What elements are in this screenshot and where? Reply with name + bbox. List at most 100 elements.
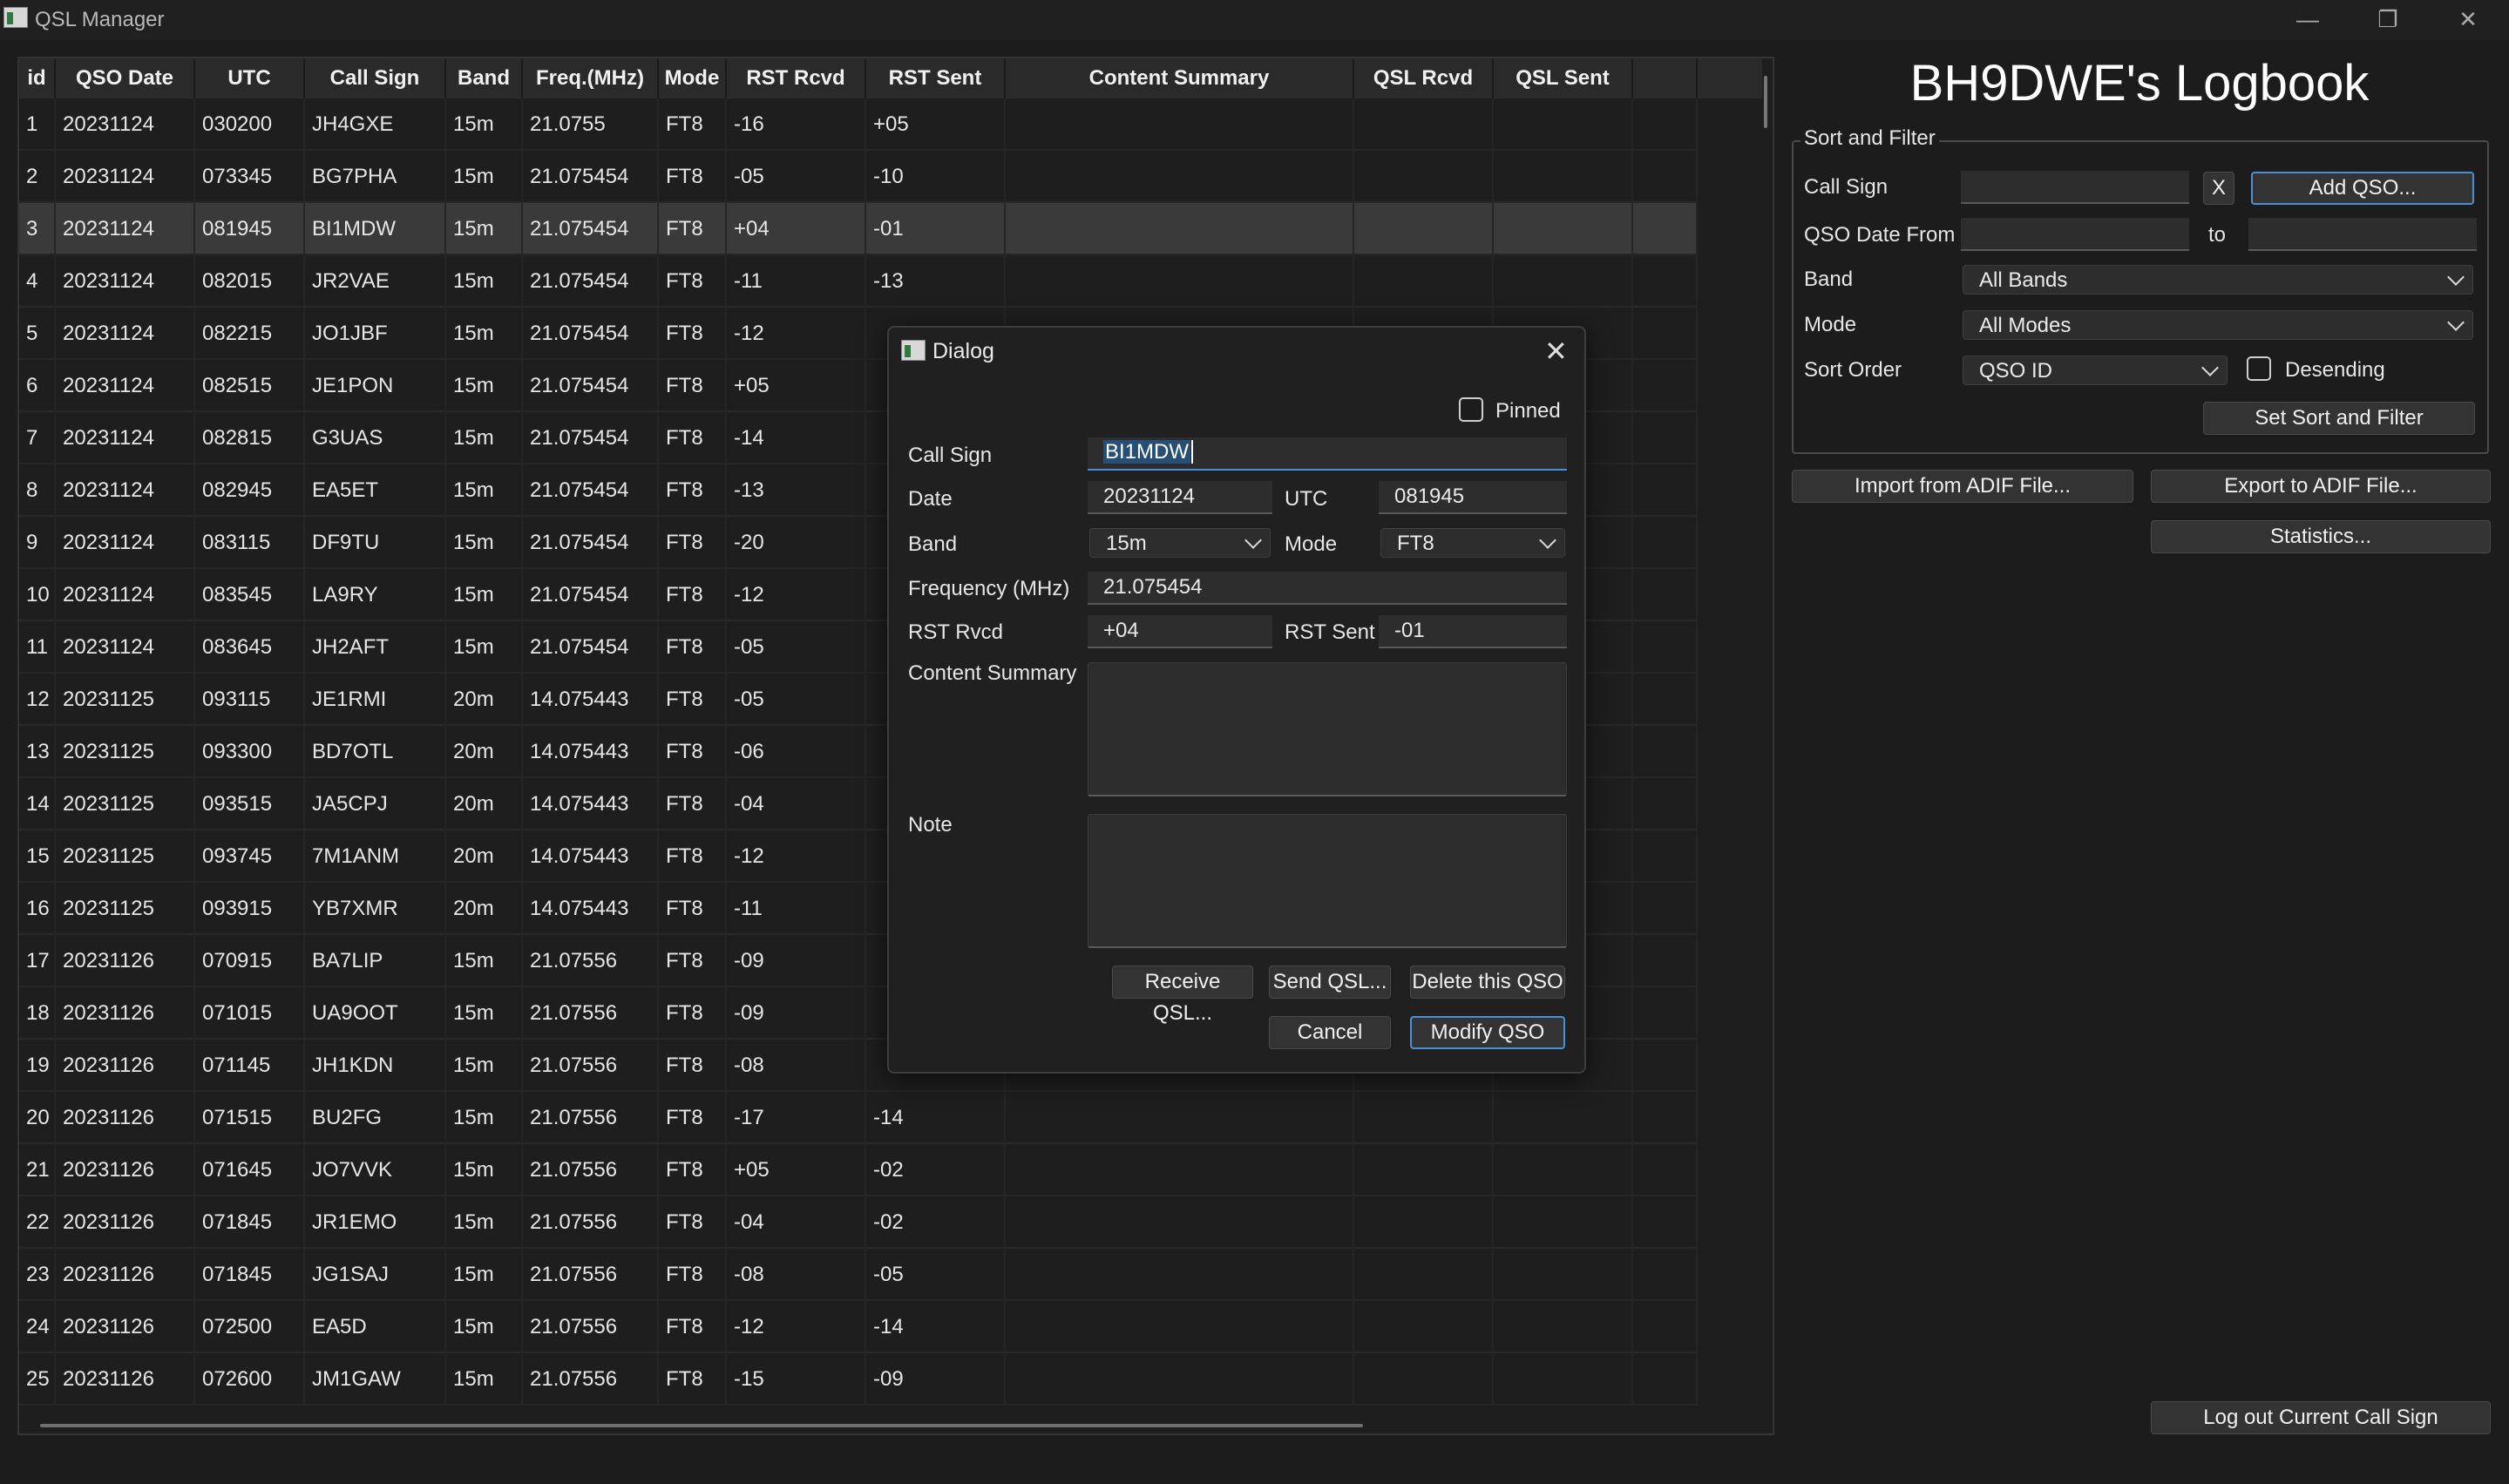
table-cell[interactable]: FT8: [659, 830, 727, 883]
table-cell[interactable]: BA7LIP: [305, 935, 446, 987]
table-cell[interactable]: 20231125: [56, 830, 195, 883]
table-cell[interactable]: JH2AFT: [305, 621, 446, 674]
table-cell[interactable]: -14: [866, 1092, 1006, 1144]
dialog-content-summary-textarea[interactable]: [1088, 662, 1567, 796]
table-cell[interactable]: 19: [19, 1040, 56, 1092]
table-cell[interactable]: FT8: [659, 464, 727, 517]
table-cell[interactable]: 7M1ANM: [305, 830, 446, 883]
filter-call-sign-input[interactable]: [1961, 171, 2189, 204]
table-cell[interactable]: -10: [866, 151, 1006, 203]
table-cell[interactable]: JR2VAE: [305, 255, 446, 308]
table-cell[interactable]: 5: [19, 308, 56, 360]
table-cell[interactable]: [1633, 1092, 1698, 1144]
table-cell[interactable]: [1494, 1353, 1633, 1406]
table-cell[interactable]: 15m: [446, 987, 523, 1040]
table-cell[interactable]: 21.07556: [523, 1144, 659, 1196]
table-row[interactable]: 22 20231126 071845 JR1EMO 15m 21.07556 FT8 -04-…: [19, 1196, 1762, 1249]
table-cell[interactable]: [1006, 98, 1354, 151]
table-cell[interactable]: 15m: [446, 1353, 523, 1406]
table-cell[interactable]: -09: [727, 935, 866, 987]
table-cell[interactable]: 21.075454: [523, 569, 659, 621]
table-cell[interactable]: 083115: [195, 517, 305, 569]
dialog-frequency-input[interactable]: [1088, 572, 1567, 605]
table-cell[interactable]: 2: [19, 151, 56, 203]
table-cell[interactable]: 21.07556: [523, 1249, 659, 1301]
table-cell[interactable]: 21.07556: [523, 987, 659, 1040]
table-cell[interactable]: 20m: [446, 883, 523, 935]
table-cell[interactable]: [1006, 255, 1354, 308]
table-cell[interactable]: 20231125: [56, 778, 195, 830]
table-cell[interactable]: -14: [727, 412, 866, 464]
table-cell[interactable]: 20m: [446, 726, 523, 778]
table-cell[interactable]: 15m: [446, 255, 523, 308]
table-cell[interactable]: -17: [727, 1092, 866, 1144]
column-header[interactable]: Call Sign: [305, 58, 446, 98]
table-cell[interactable]: 21.075454: [523, 464, 659, 517]
table-cell[interactable]: 20m: [446, 674, 523, 726]
column-header[interactable]: Band: [446, 58, 523, 98]
add-qso-button[interactable]: Add QSO...: [2251, 172, 2474, 205]
table-cell[interactable]: [1633, 987, 1698, 1040]
table-cell[interactable]: 20231126: [56, 1040, 195, 1092]
table-cell[interactable]: [1006, 1196, 1354, 1249]
table-cell[interactable]: 083645: [195, 621, 305, 674]
table-cell[interactable]: [1633, 621, 1698, 674]
clear-call-sign-button[interactable]: X: [2203, 172, 2234, 205]
column-header[interactable]: QSL Sent: [1494, 58, 1633, 98]
table-cell[interactable]: [1494, 255, 1633, 308]
table-cell[interactable]: 071015: [195, 987, 305, 1040]
table-cell[interactable]: 14.075443: [523, 830, 659, 883]
table-cell[interactable]: 15m: [446, 98, 523, 151]
table-cell[interactable]: 20231126: [56, 987, 195, 1040]
table-row[interactable]: 24 20231126 072500 EA5D 15m 21.07556 FT8 -12 -14: [19, 1301, 1762, 1353]
table-row[interactable]: 4 20231124 082015 JR2VAE 15m 21.075454 FT8 -11-…: [19, 255, 1762, 308]
table-cell[interactable]: [1633, 883, 1698, 935]
vertical-scrollbar[interactable]: [1764, 76, 1767, 128]
table-cell[interactable]: [1633, 1301, 1698, 1353]
table-cell[interactable]: 20231125: [56, 674, 195, 726]
table-cell[interactable]: +05: [727, 360, 866, 412]
table-cell[interactable]: 071845: [195, 1249, 305, 1301]
close-icon[interactable]: ✕: [1544, 335, 1568, 368]
table-cell[interactable]: YB7XMR: [305, 883, 446, 935]
table-cell[interactable]: JH1KDN: [305, 1040, 446, 1092]
table-cell[interactable]: 15m: [446, 1144, 523, 1196]
column-header[interactable]: id: [19, 58, 56, 98]
table-cell[interactable]: FT8: [659, 935, 727, 987]
table-cell[interactable]: -02: [866, 1144, 1006, 1196]
table-cell[interactable]: JA5CPJ: [305, 778, 446, 830]
table-cell[interactable]: 14.075443: [523, 778, 659, 830]
dialog-utc-input[interactable]: [1379, 481, 1567, 514]
table-cell[interactable]: 21.07556: [523, 935, 659, 987]
table-cell[interactable]: -09: [866, 1353, 1006, 1406]
table-cell[interactable]: FT8: [659, 1144, 727, 1196]
table-cell[interactable]: 15m: [446, 1249, 523, 1301]
table-cell[interactable]: JE1PON: [305, 360, 446, 412]
table-cell[interactable]: 20231124: [56, 151, 195, 203]
table-cell[interactable]: 21.075454: [523, 203, 659, 255]
table-cell[interactable]: 15m: [446, 621, 523, 674]
table-cell[interactable]: 21.0755: [523, 98, 659, 151]
table-cell[interactable]: 093915: [195, 883, 305, 935]
table-cell[interactable]: [1633, 151, 1698, 203]
column-header[interactable]: Content Summary: [1006, 58, 1354, 98]
table-cell[interactable]: 071645: [195, 1144, 305, 1196]
table-cell[interactable]: FT8: [659, 778, 727, 830]
table-cell[interactable]: 22: [19, 1196, 56, 1249]
table-cell[interactable]: [1633, 778, 1698, 830]
table-cell[interactable]: FT8: [659, 360, 727, 412]
table-cell[interactable]: 15m: [446, 1040, 523, 1092]
table-cell[interactable]: -12: [727, 569, 866, 621]
table-cell[interactable]: [1633, 674, 1698, 726]
cancel-button[interactable]: Cancel: [1269, 1016, 1391, 1049]
table-cell[interactable]: 7: [19, 412, 56, 464]
table-cell[interactable]: BG7PHA: [305, 151, 446, 203]
sort-order-select[interactable]: QSO ID: [1963, 356, 2228, 385]
table-cell[interactable]: 21.07556: [523, 1301, 659, 1353]
table-cell[interactable]: -14: [866, 1301, 1006, 1353]
table-cell[interactable]: 13: [19, 726, 56, 778]
table-cell[interactable]: -11: [727, 255, 866, 308]
table-cell[interactable]: 14.075443: [523, 883, 659, 935]
table-cell[interactable]: [1354, 1196, 1494, 1249]
column-header[interactable]: UTC: [195, 58, 305, 98]
